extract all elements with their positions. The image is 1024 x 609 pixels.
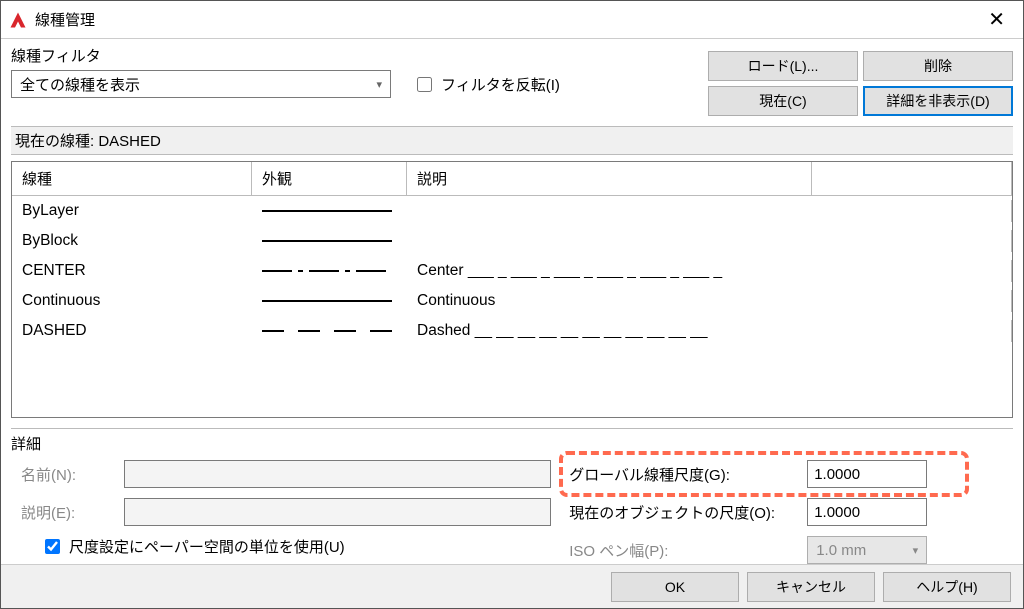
- table-header: 線種 外観 説明: [12, 162, 1012, 196]
- row-name: ByBlock: [12, 230, 252, 252]
- linetype-manager-dialog: 線種管理 ✕ 線種フィルタ 全ての線種を表示 ▾ フィルタを反転(I): [0, 0, 1024, 609]
- row-name: CENTER: [12, 260, 252, 282]
- name-field-row: 名前(N):: [21, 460, 551, 488]
- row-name: DASHED: [12, 320, 252, 342]
- description-label: 説明(E):: [21, 502, 116, 523]
- filter-dropdown[interactable]: 全ての線種を表示 ▾: [11, 70, 391, 98]
- filter-group-label: 線種フィルタ: [11, 45, 700, 66]
- col-header-description[interactable]: 説明: [407, 162, 812, 195]
- row-description: Continuous: [407, 290, 1012, 312]
- delete-button[interactable]: 削除: [863, 51, 1013, 81]
- col-header-name[interactable]: 線種: [12, 162, 252, 195]
- col-header-spacer: [812, 162, 1012, 195]
- hide-details-button[interactable]: 詳細を非表示(D): [863, 86, 1013, 116]
- iso-pen-dropdown: 1.0 mm ▾: [807, 536, 927, 564]
- dialog-body: 線種フィルタ 全ての線種を表示 ▾ フィルタを反転(I) ロード(L)... 削…: [1, 39, 1023, 564]
- row-description: [407, 230, 1012, 252]
- set-current-button[interactable]: 現在(C): [708, 86, 858, 116]
- invert-filter-input[interactable]: [417, 77, 432, 92]
- iso-pen-label: ISO ペン幅(P):: [569, 540, 799, 561]
- dialog-footer: OK キャンセル ヘルプ(H): [1, 564, 1023, 608]
- linetype-table: 線種 外観 説明 ByLayer ByBlock CENTER: [11, 161, 1013, 418]
- object-scale-input[interactable]: [807, 498, 927, 526]
- invert-filter-label: フィルタを反転(I): [441, 74, 560, 95]
- row-appearance: [252, 290, 407, 312]
- paperspace-scale-input[interactable]: [45, 539, 60, 554]
- paperspace-scale-checkbox[interactable]: 尺度設定にペーパー空間の単位を使用(U): [41, 536, 551, 557]
- load-button[interactable]: ロード(L)...: [708, 51, 858, 81]
- pattern-solid-icon: [262, 240, 392, 242]
- help-button[interactable]: ヘルプ(H): [883, 572, 1011, 602]
- global-scale-row: グローバル線種尺度(G):: [569, 460, 1003, 488]
- global-scale-input[interactable]: [807, 460, 927, 488]
- row-name: ByLayer: [12, 200, 252, 222]
- table-body: ByLayer ByBlock CENTER Cent: [12, 196, 1012, 346]
- name-label: 名前(N):: [21, 464, 116, 485]
- table-row[interactable]: Continuous Continuous: [12, 286, 1012, 316]
- table-row[interactable]: ByLayer: [12, 196, 1012, 226]
- row-description: Dashed __ __ __ __ __ __ __ __ __ __ __: [407, 320, 1012, 342]
- object-scale-label: 現在のオブジェクトの尺度(O):: [569, 502, 799, 523]
- iso-pen-value: 1.0 mm: [816, 542, 866, 559]
- col-header-appearance[interactable]: 外観: [252, 162, 407, 195]
- table-row[interactable]: ByBlock: [12, 226, 1012, 256]
- name-input[interactable]: [124, 460, 551, 488]
- top-row: 線種フィルタ 全ての線種を表示 ▾ フィルタを反転(I) ロード(L)... 削…: [11, 45, 1013, 116]
- row-appearance: [252, 260, 407, 282]
- invert-filter-checkbox[interactable]: フィルタを反転(I): [413, 74, 560, 95]
- details-group-label: 詳細: [11, 433, 1013, 454]
- description-input[interactable]: [124, 498, 551, 526]
- table-row[interactable]: CENTER Center ___ _ ___ _ ___ _ ___ _ __…: [12, 256, 1012, 286]
- cancel-button[interactable]: キャンセル: [747, 572, 875, 602]
- autocad-logo-icon: [9, 11, 27, 29]
- pattern-center-icon: [262, 270, 392, 272]
- ok-button[interactable]: OK: [611, 572, 739, 602]
- window-title: 線種管理: [35, 9, 978, 30]
- top-button-grid: ロード(L)... 削除 現在(C) 詳細を非表示(D): [708, 51, 1013, 116]
- filter-dropdown-value: 全ての線種を表示: [20, 74, 140, 95]
- pattern-dashed-icon: [262, 330, 392, 332]
- filter-group: 線種フィルタ 全ての線種を表示 ▾ フィルタを反転(I): [11, 45, 700, 98]
- current-linetype-value: DASHED: [98, 133, 161, 150]
- pattern-solid-icon: [262, 300, 392, 302]
- iso-pen-row: ISO ペン幅(P): 1.0 mm ▾: [569, 536, 1003, 564]
- paperspace-scale-label: 尺度設定にペーパー空間の単位を使用(U): [69, 536, 345, 557]
- current-linetype-prefix: 現在の線種:: [15, 133, 94, 150]
- row-name: Continuous: [12, 290, 252, 312]
- row-appearance: [252, 230, 407, 252]
- table-row[interactable]: DASHED Dashed __ __ __ __ __ __ __ __ __…: [12, 316, 1012, 346]
- row-description: Center ___ _ ___ _ ___ _ ___ _ ___ _ ___…: [407, 260, 1012, 282]
- close-icon[interactable]: ✕: [978, 7, 1015, 32]
- details-group: 詳細 名前(N): 説明(E): 尺度設定にペーパー空間の単位を使用(U): [11, 428, 1013, 564]
- chevron-down-icon: ▾: [913, 544, 919, 557]
- global-scale-label: グローバル線種尺度(G):: [569, 464, 799, 485]
- titlebar: 線種管理 ✕: [1, 1, 1023, 39]
- chevron-down-icon: ▾: [376, 78, 382, 91]
- row-description: [407, 200, 1012, 222]
- row-appearance: [252, 320, 407, 342]
- description-field-row: 説明(E):: [21, 498, 551, 526]
- current-linetype-bar: 現在の線種: DASHED: [11, 126, 1013, 155]
- row-appearance: [252, 200, 407, 222]
- object-scale-row: 現在のオブジェクトの尺度(O):: [569, 498, 1003, 526]
- pattern-solid-icon: [262, 210, 392, 212]
